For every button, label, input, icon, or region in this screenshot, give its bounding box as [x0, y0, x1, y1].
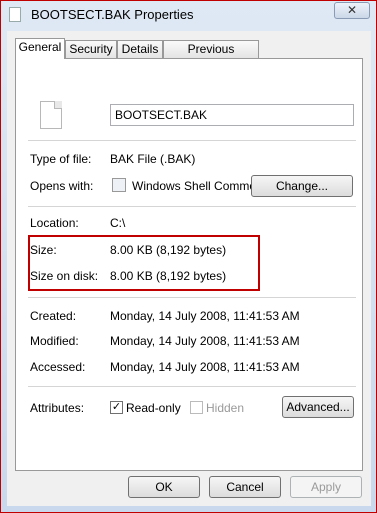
- readonly-label[interactable]: Read-only: [126, 401, 181, 415]
- hidden-checkbox[interactable]: [190, 401, 203, 414]
- opens-with-label: Opens with:: [30, 179, 94, 193]
- accessed-label: Accessed:: [30, 360, 86, 374]
- ok-button[interactable]: OK: [128, 476, 200, 498]
- hidden-label[interactable]: Hidden: [206, 401, 244, 415]
- size-on-disk-value: 8.00 KB (8,192 bytes): [110, 269, 227, 283]
- size-label: Size:: [30, 243, 57, 257]
- created-label: Created:: [30, 309, 77, 323]
- opens-with-value: Windows Shell Commor: [132, 179, 261, 193]
- separator: [28, 297, 356, 298]
- properties-window: BOOTSECT.BAK Properties ✕ General Securi…: [0, 0, 377, 513]
- change-button[interactable]: Change...: [251, 175, 353, 197]
- tab-details[interactable]: Details: [117, 40, 163, 58]
- attributes-label: Attributes:: [30, 401, 85, 415]
- type-value: BAK File (.BAK): [110, 152, 196, 166]
- app-icon: [112, 178, 126, 192]
- tab-security[interactable]: Security: [65, 40, 117, 58]
- size-on-disk-label: Size on disk:: [30, 269, 99, 283]
- close-button[interactable]: ✕: [334, 2, 370, 19]
- location-label: Location:: [30, 216, 79, 230]
- file-type-icon: [40, 101, 62, 129]
- accessed-value: Monday, 14 July 2008, 11:41:53 AM: [110, 360, 300, 374]
- tab-previous-versions[interactable]: Previous Versions: [163, 40, 259, 72]
- size-value: 8.00 KB (8,192 bytes): [110, 243, 227, 257]
- apply-button[interactable]: Apply: [290, 476, 362, 498]
- file-name-field[interactable]: BOOTSECT.BAK: [110, 104, 354, 126]
- file-icon: [9, 7, 21, 22]
- readonly-checkbox[interactable]: ✓: [110, 401, 123, 414]
- location-value: C:\: [110, 216, 126, 230]
- separator: [28, 140, 356, 141]
- advanced-button[interactable]: Advanced...: [282, 396, 354, 418]
- cancel-button[interactable]: Cancel: [209, 476, 281, 498]
- tab-general[interactable]: General: [15, 38, 65, 59]
- modified-label: Modified:: [30, 334, 79, 348]
- dialog-client: General Security Details Previous Versio…: [7, 31, 371, 506]
- window-title: BOOTSECT.BAK Properties: [31, 7, 194, 22]
- type-label: Type of file:: [30, 152, 92, 166]
- separator: [28, 386, 356, 387]
- created-value: Monday, 14 July 2008, 11:41:53 AM: [110, 309, 300, 323]
- modified-value: Monday, 14 July 2008, 11:41:53 AM: [110, 334, 300, 348]
- separator: [28, 206, 356, 207]
- title-bar[interactable]: BOOTSECT.BAK Properties ✕: [1, 1, 376, 29]
- general-panel: BOOTSECT.BAK Type of file: BAK File (.BA…: [15, 58, 363, 471]
